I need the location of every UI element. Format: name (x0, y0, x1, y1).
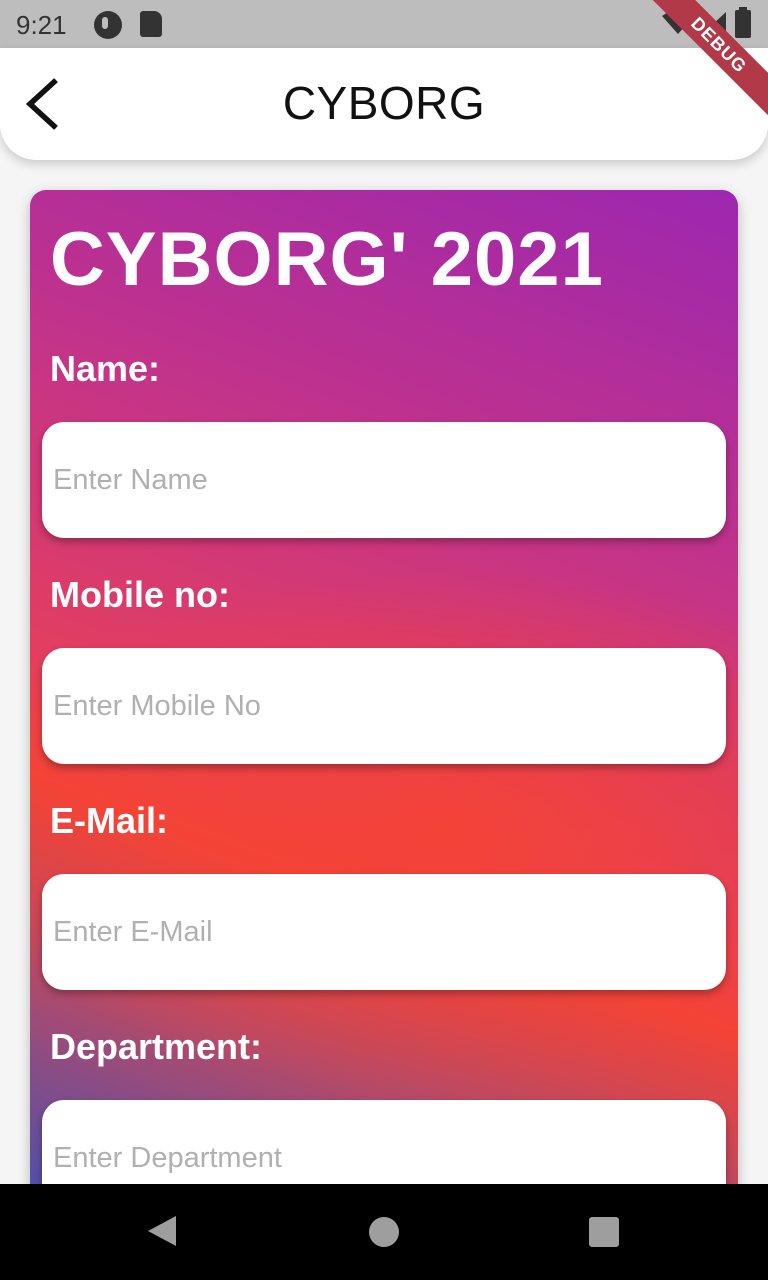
mobile-label: Mobile no: (50, 574, 230, 615)
recents-square-icon[interactable] (589, 1217, 619, 1247)
department-label: Department: (50, 1026, 263, 1067)
home-circle-icon[interactable] (369, 1217, 399, 1247)
status-time: 9:21 (16, 10, 67, 40)
form-title: CYBORG' 2021 (50, 217, 604, 302)
battery-icon (735, 7, 751, 38)
name-input[interactable] (42, 422, 726, 538)
notification-app-icon (94, 11, 122, 39)
registration-card: CYBORG' 2021 Name: Mobile no: E-Mail: De… (30, 190, 738, 1230)
email-input[interactable] (42, 874, 726, 990)
sd-card-icon (140, 11, 162, 37)
mobile-input[interactable] (42, 648, 726, 764)
email-label: E-Mail: (50, 800, 169, 841)
status-bar: 9:21 (0, 0, 768, 48)
back-triangle-icon[interactable] (146, 1214, 178, 1248)
page-title: CYBORG (282, 77, 486, 129)
name-label: Name: (50, 348, 161, 389)
app-bar: CYBORG (0, 48, 768, 160)
app-screen: 9:21 DEBUG CYBORG CYBORG' 2021 Name: Mob… (0, 0, 768, 1280)
